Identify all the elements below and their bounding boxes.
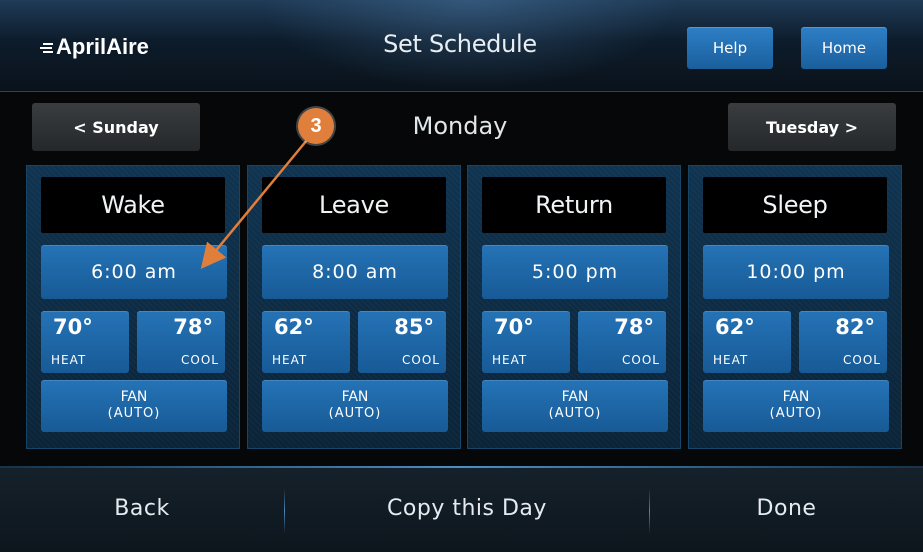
- annotation-number-badge: 3: [298, 108, 334, 144]
- cool-setpoint-button[interactable]: 78° COOL: [578, 311, 666, 373]
- cool-setpoint-button[interactable]: 78° COOL: [137, 311, 225, 373]
- fan-mode-value: (AUTO): [328, 406, 382, 421]
- period-column-return: Return 5:00 pm 70° HEAT 78° COOL FAN (AU…: [467, 165, 681, 449]
- heat-setpoint-value: 62°: [274, 315, 314, 339]
- period-time-button[interactable]: 10:00 pm: [703, 245, 889, 299]
- heat-setpoint-button[interactable]: 62° HEAT: [703, 311, 791, 373]
- fan-mode-value: (AUTO): [107, 406, 161, 421]
- heat-setpoint-value: 70°: [494, 315, 534, 339]
- heat-label: HEAT: [51, 353, 87, 367]
- heat-label: HEAT: [713, 353, 749, 367]
- fan-mode-button[interactable]: FAN (AUTO): [482, 380, 668, 432]
- period-column-wake: Wake 6:00 am 70° HEAT 78° COOL FAN (AUTO…: [26, 165, 240, 449]
- logo-text: AprilAire: [56, 34, 149, 59]
- heat-setpoint-value: 62°: [715, 315, 755, 339]
- period-column-leave: Leave 8:00 am 62° HEAT 85° COOL FAN (AUT…: [247, 165, 461, 449]
- heat-label: HEAT: [492, 353, 528, 367]
- fan-mode-button[interactable]: FAN (AUTO): [262, 380, 448, 432]
- prev-day-button[interactable]: < Sunday: [32, 103, 200, 151]
- footer-divider: [0, 466, 923, 468]
- period-name: Return: [482, 177, 666, 233]
- fan-mode-value: (AUTO): [769, 406, 823, 421]
- footer-bar: Back Copy this Day Done: [0, 466, 923, 552]
- copy-day-button[interactable]: Copy this Day: [285, 496, 649, 536]
- cool-setpoint-value: 85°: [394, 315, 434, 339]
- fan-mode-button[interactable]: FAN (AUTO): [703, 380, 889, 432]
- cool-setpoint-value: 78°: [614, 315, 654, 339]
- page-title: Set Schedule: [383, 30, 537, 58]
- period-time-button[interactable]: 8:00 am: [262, 245, 448, 299]
- home-button[interactable]: Home: [801, 27, 887, 69]
- heat-label: HEAT: [272, 353, 308, 367]
- cool-setpoint-button[interactable]: 82° COOL: [799, 311, 887, 373]
- period-time-button[interactable]: 5:00 pm: [482, 245, 668, 299]
- cool-label: COOL: [843, 353, 881, 367]
- fan-label: FAN: [561, 389, 589, 405]
- period-name: Sleep: [703, 177, 887, 233]
- heat-setpoint-button[interactable]: 70° HEAT: [41, 311, 129, 373]
- cool-label: COOL: [402, 353, 440, 367]
- fan-label: FAN: [782, 389, 810, 405]
- help-button[interactable]: Help: [687, 27, 773, 69]
- fan-mode-value: (AUTO): [548, 406, 602, 421]
- fan-mode-button[interactable]: FAN (AUTO): [41, 380, 227, 432]
- heat-setpoint-button[interactable]: 62° HEAT: [262, 311, 350, 373]
- logo-mark-icon: [40, 40, 54, 54]
- header-bar: AprilAire Set Schedule Help Home: [0, 0, 923, 92]
- period-name: Leave: [262, 177, 446, 233]
- logo: AprilAire: [40, 34, 149, 60]
- thermostat-screen: AprilAire Set Schedule Help Home < Sunda…: [0, 0, 923, 552]
- current-day-label: Monday: [412, 112, 508, 140]
- cool-setpoint-button[interactable]: 85° COOL: [358, 311, 446, 373]
- heat-setpoint-button[interactable]: 70° HEAT: [482, 311, 570, 373]
- period-time-button[interactable]: 6:00 am: [41, 245, 227, 299]
- cool-setpoint-value: 82°: [835, 315, 875, 339]
- cool-label: COOL: [181, 353, 219, 367]
- back-button[interactable]: Back: [0, 496, 284, 536]
- cool-label: COOL: [622, 353, 660, 367]
- heat-setpoint-value: 70°: [53, 315, 93, 339]
- period-name: Wake: [41, 177, 225, 233]
- period-column-sleep: Sleep 10:00 pm 62° HEAT 82° COOL FAN (AU…: [688, 165, 902, 449]
- next-day-button[interactable]: Tuesday >: [728, 103, 896, 151]
- fan-label: FAN: [120, 389, 148, 405]
- cool-setpoint-value: 78°: [173, 315, 213, 339]
- fan-label: FAN: [341, 389, 369, 405]
- done-button[interactable]: Done: [650, 496, 923, 536]
